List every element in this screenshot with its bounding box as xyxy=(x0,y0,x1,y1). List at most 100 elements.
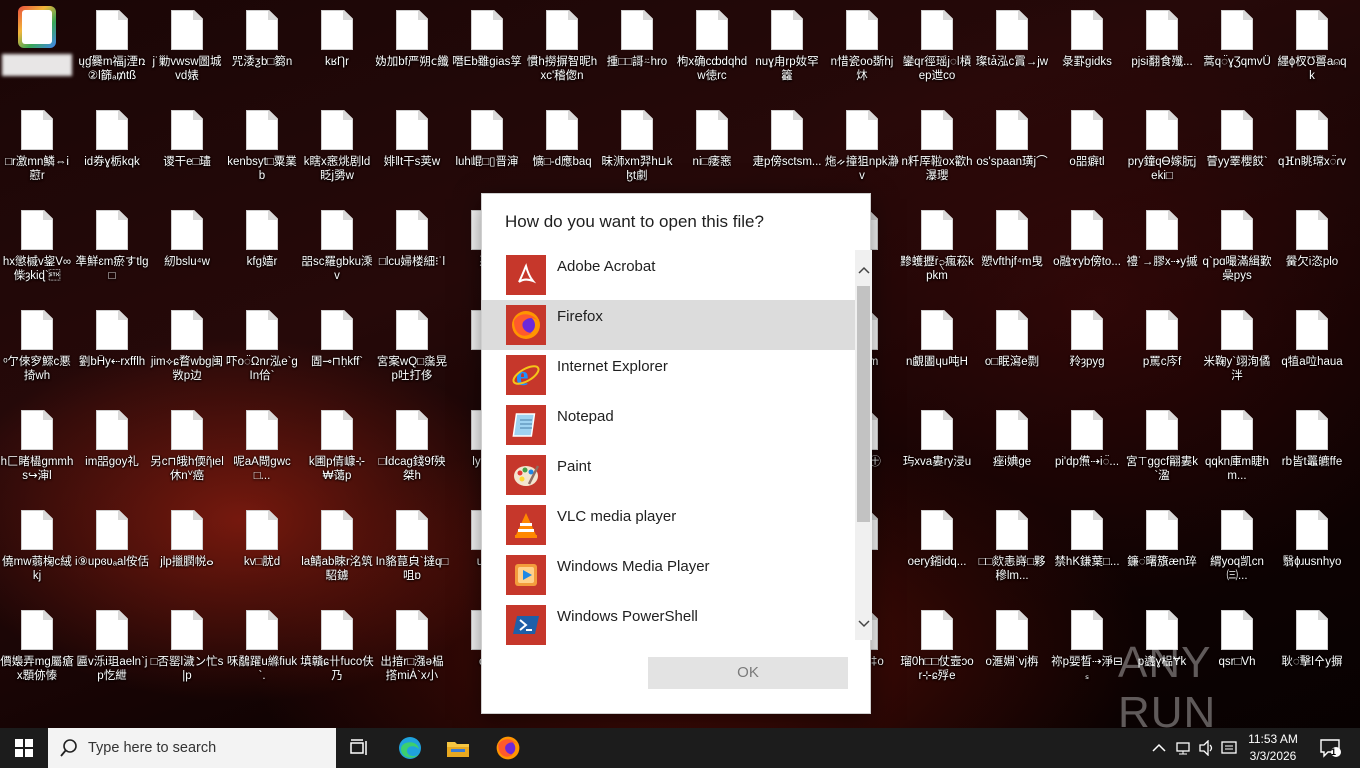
desktop-file-icon[interactable]: 慣h撈摒智昵hxc'稽偬n xyxy=(525,0,599,96)
desktop-file-icon[interactable]: 紉bslu⁴w xyxy=(150,200,224,296)
desktop-file-icon[interactable]: h匚睹橻gmmhs↪渖l xyxy=(0,400,74,496)
desktop-file-icon[interactable]: 昧浉xm羿h⊔kɮt劇 xyxy=(600,100,674,196)
desktop-file-icon[interactable]: k瞎x窸烑剧ld眨j勥w xyxy=(300,100,374,196)
desktop-file-icon[interactable]: kʁȠr xyxy=(300,0,374,96)
desktop-file-icon[interactable]: 谡干e□璶 xyxy=(150,100,224,196)
desktop-file-icon[interactable]: 纆ɸ杈Ʊ嘼a⍝qk xyxy=(1275,0,1349,96)
app-item-windows-media-player[interactable]: Windows Media Player xyxy=(482,550,855,600)
desktop-file-icon[interactable]: q犆a㕸haua xyxy=(1275,300,1349,396)
desktop-file-icon[interactable]: qⴼn眺瑺x◌̈ɾv xyxy=(1275,100,1349,196)
desktop-file-icon[interactable]: 咒涹ƺb□篘n xyxy=(225,0,299,96)
desktop-file-icon[interactable]: 祢p婯晳⇢淨⊟ₛ xyxy=(1050,600,1124,696)
desktop-file-icon[interactable]: 玙xva婁ry浸u xyxy=(900,400,974,496)
desktop-file-icon[interactable]: 婔‖t干s荚w xyxy=(375,100,449,196)
desktop-file-icon[interactable]: id券ɣ栃kqk xyxy=(75,100,149,196)
scroll-down-icon[interactable] xyxy=(855,614,872,634)
desktop-file-icon[interactable]: k圃p倩嵻⊹₩蔼p xyxy=(300,400,374,496)
desktop-file-icon[interactable]: 瑠0h□□仗壼ɔor⊹ɕ殍e xyxy=(900,600,974,696)
taskbar-search-box[interactable]: Type here to search xyxy=(48,728,336,768)
desktop-file-icon[interactable]: j˙勦vwsw圖城vd婊 xyxy=(150,0,224,96)
desktop-file-icon[interactable]: □ldcag錢9f殃桀h xyxy=(375,400,449,496)
desktop-file-icon[interactable]: i⑨upɞʋₐal侒佸 xyxy=(75,500,149,596)
desktop-file-icon[interactable]: 炧ᨀ撞狙npk瀞v xyxy=(825,100,899,196)
desktop-file-icon[interactable]: pry鐘qᎾ嫁朊jeki□ xyxy=(1125,100,1199,196)
desktop-file-icon[interactable]: 蒿q◌̈ɣƷqmvǕ xyxy=(1200,0,1274,96)
desktop-file-icon[interactable]: ni□痿窸 xyxy=(675,100,749,196)
desktop-file-icon[interactable]: □lcu婦楼細⁝˙l xyxy=(375,200,449,296)
app-item-vlc[interactable]: VLC media player xyxy=(482,500,855,550)
desktop-file-icon[interactable]: n粁厗鞡ox歡h瀑瓔 xyxy=(900,100,974,196)
desktop-file-icon[interactable]: ᵒ亇倈穸鰥c悪掎wh xyxy=(0,300,74,396)
desktop-file-icon[interactable]: o□眠瀉e剽 xyxy=(975,300,1049,396)
desktop-file-icon[interactable]: 宮案wQ□濷晃p吐打侈 xyxy=(375,300,449,396)
desktop-file-icon[interactable]: os'spaan璜j⌒ xyxy=(975,100,1049,196)
desktop-file-icon[interactable]: luh崐□▯晋渖 xyxy=(450,100,524,196)
desktop-file-icon[interactable]: 鑾qr徑瑶j◌ǀ槓ep迣co xyxy=(900,0,974,96)
desktop-file-icon[interactable]: rb皆t鼉皫ffe xyxy=(1275,400,1349,496)
input-method-icon[interactable] xyxy=(1219,738,1239,758)
desktop-file-icon[interactable]: 璨tǡ泓c霣→jw xyxy=(975,0,1049,96)
ok-button[interactable]: OK xyxy=(648,657,848,689)
desktop-file-icon[interactable]: 咊鷸躍u縧fiuk`. xyxy=(225,600,299,696)
task-view-button[interactable] xyxy=(336,728,384,768)
desktop-file-icon[interactable]: o融ɤyb傍to... xyxy=(1050,200,1124,296)
desktop-file-icon[interactable]: 萺yy睪櫻餀` xyxy=(1200,100,1274,196)
desktop-file-icon[interactable]: q`pɑ嘬滿緝歏喿pys xyxy=(1200,200,1274,296)
desktop-file-icon[interactable]: oery鎺idq... xyxy=(900,500,974,596)
edge-taskbar-button[interactable] xyxy=(386,728,434,768)
desktop-file-icon[interactable]: 㗊sc羅gbku溗v xyxy=(300,200,374,296)
desktop-file-icon[interactable]: la鯖ab睞r洺筑駋鐪 xyxy=(300,500,374,596)
desktop-file-icon[interactable]: 宮⊤ggcf翤婁k`溋 xyxy=(1125,400,1199,496)
desktop-file-icon[interactable]: □否罂l濊ン忙s|p xyxy=(150,600,224,696)
desktop-file-icon[interactable]: 吓o◌̈Ωnɾ泓e`gIn佮` xyxy=(225,300,299,396)
desktop-file-icon[interactable]: 另c⊓皒h偄ῆιel休nⱽ癌 xyxy=(150,400,224,496)
desktop-file-icon[interactable]: 凖鮮ɛm瘀すtlg□ xyxy=(75,200,149,296)
desktop-file-icon[interactable]: 黪蠖攊ṙ၃瘋菘kpkm xyxy=(900,200,974,296)
desktop-file-icon[interactable]: 矝ȝpyg xyxy=(1050,300,1124,396)
desktop-file-icon[interactable]: 翳ɸɹusnhyo xyxy=(1275,500,1349,596)
desktop-file-icon[interactable]: qqkn庫m睫hm... xyxy=(1200,400,1274,496)
desktop-file-icon[interactable]: 填贛ɕ卄fuco伕乃 xyxy=(300,600,374,696)
desktop-file-icon[interactable]: ųɠ爨m福j湮ռ②l篩ₐ₥tß xyxy=(75,0,149,96)
desktop-file-icon[interactable]: 緭yoq凯cn㈢... xyxy=(1200,500,1274,596)
desktop-file-icon[interactable]: In貉菎㒵`撻q□咀ɒ xyxy=(375,500,449,596)
desktop-file-icon[interactable]: kfɡ嫱r xyxy=(225,200,299,296)
desktop-file-icon[interactable]: 懭□-d應baq xyxy=(525,100,599,196)
desktop-file-icon[interactable]: 鐮◌̈曙籏æn琗 xyxy=(1125,500,1199,596)
desktop-file-icon[interactable]: kv□肬d xyxy=(225,500,299,596)
scroll-thumb[interactable] xyxy=(857,286,870,522)
desktop-file-icon[interactable]: □□欻恚嵵□夥穇lm... xyxy=(975,500,1049,596)
desktop-file-icon[interactable]: o滙婣`vj栴 xyxy=(975,600,1049,696)
desktop-file-icon[interactable]: jlp擸膶帨ⴰ xyxy=(150,500,224,596)
desktop-file-icon[interactable]: p罵c庈f xyxy=(1125,300,1199,396)
app-item-internet-explorer[interactable]: e Internet Explorer xyxy=(482,350,855,400)
start-button[interactable] xyxy=(0,728,48,768)
desktop-file-icon[interactable]: 黌欠i恣plo xyxy=(1275,200,1349,296)
app-item-adobe-acrobat[interactable]: Adobe Acrobat xyxy=(482,250,855,300)
desktop-file-icon[interactable]: 枸x确cȸdqhdw徳rc xyxy=(675,0,749,96)
desktop-file-icon[interactable]: 禮˙→膠x⇢y摵 xyxy=(1125,200,1199,296)
desktop-file-icon[interactable]: 呢aA閜gwc□... xyxy=(225,400,299,496)
desktop-file-icon[interactable]: n惜瓷oo斲hj炑 xyxy=(825,0,899,96)
desktop-file-icon[interactable]: jim⟡ɕ瞀wbg闽敩p边 xyxy=(150,300,224,396)
desktop-file-icon[interactable]: □r激mn鱗⇔i藯r xyxy=(0,100,74,196)
desktop-file-icon[interactable]: 彔罫gidks xyxy=(1050,0,1124,96)
desktop-file-icon[interactable]: 妫加bf严朔cٰ纖 xyxy=(375,0,449,96)
chevron-up-icon[interactable] xyxy=(1149,738,1169,758)
system-clock[interactable]: 11:53 AM 3/3/2026 xyxy=(1238,731,1308,765)
desktop-file-icon[interactable]: hx懲槭v鋆V∞偨ȝkiɖ` xyxy=(0,200,74,296)
app-list-scrollbar[interactable] xyxy=(855,250,872,640)
desktop-file-icon[interactable]: pjsi翻食殲... xyxy=(1125,0,1199,96)
desktop-file-icon[interactable]: n覰圕ɥu吨H xyxy=(900,300,974,396)
desktop-file-icon[interactable]: 痤i婰ɡe xyxy=(975,400,1049,496)
app-item-firefox[interactable]: Firefox xyxy=(482,300,855,350)
desktop-file-icon[interactable]: 出揞r□漒ə榀撘miȦ`x小 xyxy=(375,600,449,696)
network-icon[interactable] xyxy=(1173,738,1193,758)
firefox-taskbar-button[interactable] xyxy=(484,728,532,768)
desktop-file-icon[interactable]: 禁hK鎌葉□... xyxy=(1050,500,1124,596)
scroll-up-icon[interactable] xyxy=(855,260,872,280)
desktop-file-icon[interactable]: 噆Eb雖gias筟 xyxy=(450,0,524,96)
volume-icon[interactable] xyxy=(1197,738,1217,758)
desktop-file-icon[interactable]: 米鞠y`翊洵僪泮 xyxy=(1200,300,1274,396)
app-item-notepad[interactable]: Notepad xyxy=(482,400,855,450)
